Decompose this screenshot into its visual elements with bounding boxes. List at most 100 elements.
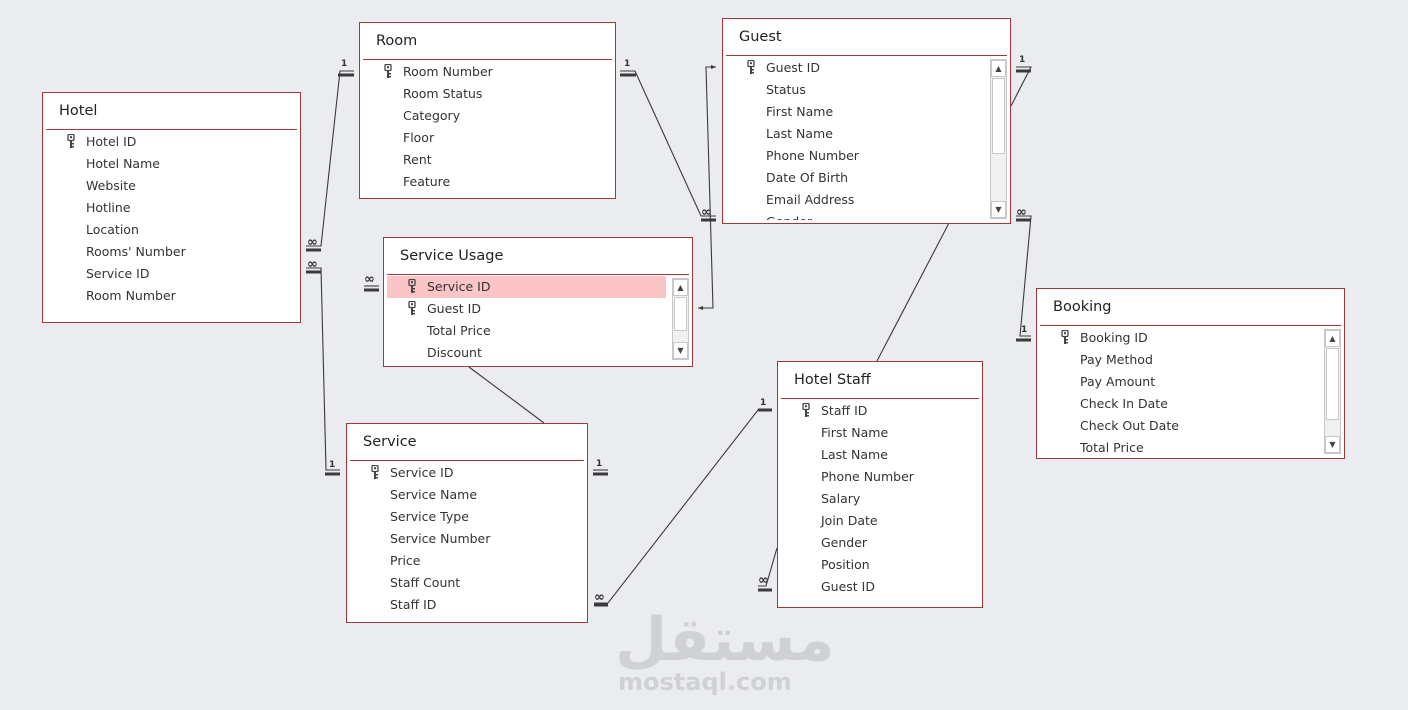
table-title[interactable]: Booking — [1053, 299, 1112, 315]
field-row[interactable]: Check In Date — [1040, 393, 1318, 415]
field-row[interactable]: Service Number — [350, 528, 584, 550]
table-service[interactable]: Service Service ID Service Name Service Ty… — [346, 423, 588, 623]
field-row[interactable]: Location — [46, 219, 297, 241]
field-row[interactable]: Pay Amount — [1040, 371, 1318, 393]
field-row[interactable]: Service ID — [387, 276, 666, 298]
cardinality-many: ∞ — [594, 590, 605, 605]
cardinality-many: ∞ — [307, 235, 318, 250]
field-list: Booking ID Pay Method Pay Amount Check In D… — [1040, 327, 1318, 455]
table-title[interactable]: Service Usage — [400, 248, 503, 264]
table-title[interactable]: Room — [376, 33, 417, 49]
field-row[interactable]: First Name — [781, 422, 979, 444]
table-guest[interactable]: Guest Guest ID Status First Name Last Name P… — [722, 18, 1011, 224]
primary-key-icon — [1061, 330, 1069, 344]
field-row[interactable]: Guest ID — [387, 298, 666, 320]
field-row[interactable]: Check Out Date — [1040, 415, 1318, 437]
field-row[interactable]: Position — [781, 554, 979, 576]
field-row[interactable]: Service Type — [350, 506, 584, 528]
field-row[interactable]: Room Number — [46, 285, 297, 307]
field-row[interactable]: Floor — [363, 127, 612, 149]
table-title[interactable]: Guest — [739, 29, 782, 45]
field-row[interactable]: Rent — [363, 149, 612, 171]
field-row[interactable]: Last Name — [781, 444, 979, 466]
field-row[interactable]: Staff ID — [350, 594, 584, 616]
field-name: Rent — [403, 152, 432, 167]
field-row[interactable]: Feature — [363, 171, 612, 193]
table-title[interactable]: Service — [363, 434, 417, 450]
field-row[interactable]: Hotline — [46, 197, 297, 219]
vertical-scrollbar[interactable]: ▲ ▼ — [990, 59, 1007, 219]
field-row[interactable]: Guest ID — [726, 57, 988, 79]
field-row[interactable]: Date Of Birth — [726, 167, 988, 189]
vertical-scrollbar[interactable]: ▲ ▼ — [1324, 329, 1341, 454]
table-room[interactable]: Room Room Number Room Status Category Floor… — [359, 22, 616, 199]
scroll-up-icon[interactable]: ▲ — [673, 279, 688, 296]
relationships-canvas: ∞ 1 1 ∞ ∞ 1 1 ∞ 1 ∞ 1 ∞ 1 ∞ Hotel Hotel … — [0, 0, 1408, 710]
field-name: Guest ID — [427, 301, 481, 316]
scroll-down-icon[interactable]: ▼ — [673, 342, 688, 359]
field-name: Rooms' Number — [86, 244, 186, 259]
field-row[interactable]: Gender — [781, 532, 979, 554]
field-row[interactable]: Guest ID — [781, 576, 979, 598]
field-name: Phone Number — [821, 469, 914, 484]
field-row[interactable]: Total Price — [1040, 437, 1318, 455]
field-row[interactable]: Email Address — [726, 189, 988, 211]
field-name: Discount — [427, 345, 482, 360]
field-row[interactable]: Booking ID — [1040, 327, 1318, 349]
field-row[interactable]: Staff ID — [781, 400, 979, 422]
field-row[interactable]: Category — [363, 105, 612, 127]
field-row[interactable]: Staff Count — [350, 572, 584, 594]
scroll-up-icon[interactable]: ▲ — [1325, 330, 1340, 347]
scroll-down-icon[interactable]: ▼ — [991, 201, 1006, 218]
cardinality-one: 1 — [624, 59, 631, 69]
field-row[interactable]: Room Status — [363, 83, 612, 105]
field-name: Price — [390, 553, 421, 568]
field-row[interactable]: Phone Number — [726, 145, 988, 167]
field-list: Staff ID First Name Last Name Phone Number S… — [781, 400, 979, 605]
field-row[interactable]: Rooms' Number — [46, 241, 297, 263]
field-row[interactable]: Status — [726, 79, 988, 101]
field-name: Salary — [821, 491, 861, 506]
field-row[interactable]: Website — [46, 175, 297, 197]
field-row[interactable]: Hotel Name — [46, 153, 297, 175]
field-name: Total Price — [1080, 440, 1144, 455]
field-row[interactable]: Hotel ID — [46, 131, 297, 153]
table-booking[interactable]: Booking Booking ID Pay Method Pay Amount Ch… — [1036, 288, 1345, 459]
title-divider — [781, 398, 979, 399]
field-row[interactable]: Gender — [726, 211, 988, 220]
scroll-thumb[interactable] — [1326, 348, 1339, 420]
field-name: Pay Method — [1080, 352, 1153, 367]
field-row[interactable]: Service ID — [46, 263, 297, 285]
scroll-thumb[interactable] — [992, 78, 1005, 154]
field-name: Service ID — [390, 465, 454, 480]
field-row[interactable]: First Name — [726, 101, 988, 123]
scroll-up-icon[interactable]: ▲ — [991, 60, 1006, 77]
field-name: Location — [86, 222, 139, 237]
table-title[interactable]: Hotel Staff — [794, 372, 871, 388]
vertical-scrollbar[interactable]: ▲ ▼ — [672, 278, 689, 360]
title-divider — [46, 129, 297, 130]
primary-key-icon — [747, 60, 755, 74]
field-row[interactable]: Join Date — [781, 510, 979, 532]
table-title[interactable]: Hotel — [59, 103, 97, 119]
table-service-usage[interactable]: Service Usage Service ID Guest ID Total Pr… — [383, 237, 693, 367]
field-row[interactable]: Pay Method — [1040, 349, 1318, 371]
field-name: Staff Count — [390, 575, 461, 590]
field-row[interactable]: Last Name — [726, 123, 988, 145]
scroll-thumb[interactable] — [674, 297, 687, 331]
table-hotel-staff[interactable]: Hotel Staff Staff ID First Name Last Name P… — [777, 361, 983, 608]
title-divider — [363, 59, 612, 60]
field-row[interactable]: Service ID — [350, 462, 584, 484]
cardinality-many: ∞ — [307, 257, 318, 272]
field-name: Guest ID — [766, 60, 820, 75]
field-row[interactable]: Room Number — [363, 61, 612, 83]
field-row[interactable]: Price — [350, 550, 584, 572]
field-name: Gender — [821, 535, 868, 550]
field-row[interactable]: Total Price — [387, 320, 666, 342]
field-row[interactable]: Salary — [781, 488, 979, 510]
table-hotel[interactable]: Hotel Hotel ID Hotel Name Website Hotline Lo… — [42, 92, 301, 323]
field-row[interactable]: Service Name — [350, 484, 584, 506]
field-row[interactable]: Discount — [387, 342, 666, 363]
field-row[interactable]: Phone Number — [781, 466, 979, 488]
scroll-down-icon[interactable]: ▼ — [1325, 436, 1340, 453]
